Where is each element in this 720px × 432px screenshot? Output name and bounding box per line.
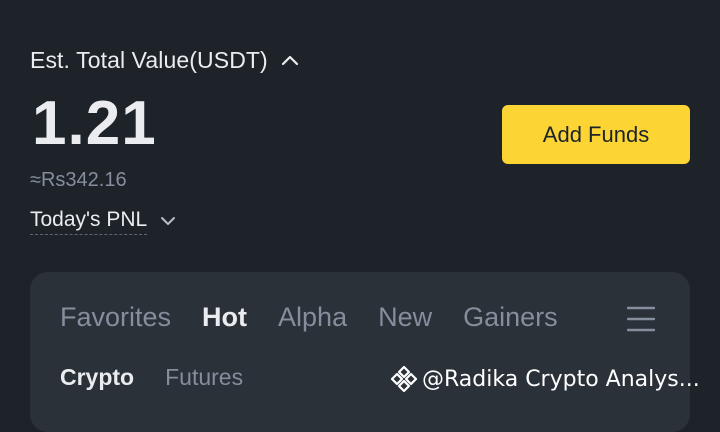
fiat-equivalent: ≈Rs342.16	[30, 169, 127, 191]
market-panel: Favorites Hot Alpha New Gainers Crypto F…	[30, 272, 690, 432]
market-subtabs: Crypto Futures	[60, 364, 274, 391]
todays-pnl-toggle[interactable]: Today's PNL	[30, 206, 177, 236]
tab-new[interactable]: New	[378, 302, 432, 333]
add-funds-button[interactable]: Add Funds	[502, 105, 690, 164]
binance-logo-icon	[390, 365, 418, 393]
hamburger-menu-icon[interactable]	[626, 306, 656, 332]
tab-favorites[interactable]: Favorites	[60, 302, 171, 333]
pnl-label: Today's PNL	[30, 208, 148, 235]
tab-gainers[interactable]: Gainers	[463, 302, 558, 333]
balance-value: 1.21	[32, 89, 157, 158]
creator-watermark: @Radika Crypto Analys...	[390, 364, 715, 394]
subtab-crypto[interactable]: Crypto	[60, 364, 134, 391]
total-value-label: Est. Total Value(USDT)	[30, 46, 268, 73]
subtab-futures[interactable]: Futures	[165, 364, 243, 391]
market-tabs: Favorites Hot Alpha New Gainers	[60, 302, 589, 336]
tab-alpha[interactable]: Alpha	[278, 302, 347, 333]
total-value-header[interactable]: Est. Total Value(USDT)	[30, 45, 300, 75]
tab-hot[interactable]: Hot	[202, 302, 247, 333]
chevron-down-icon[interactable]	[159, 212, 177, 230]
watermark-text: @Radika Crypto Analys...	[422, 366, 700, 392]
chevron-up-icon[interactable]	[280, 50, 300, 70]
